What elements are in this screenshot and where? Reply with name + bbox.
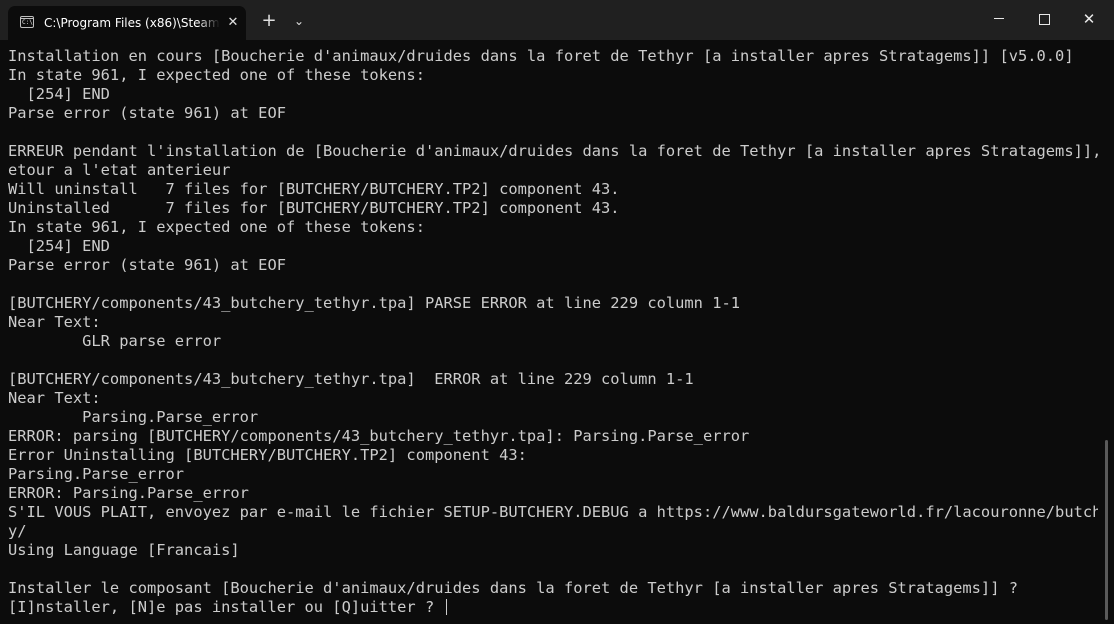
- maximize-icon: [1039, 14, 1050, 25]
- terminal-line: Parse error (state 961) at EOF: [8, 256, 286, 274]
- terminal-line: Near Text:: [8, 313, 101, 331]
- terminal-line: Parse error (state 961) at EOF: [8, 104, 286, 122]
- tab-title: C:\Program Files (x86)\Steam\: [44, 16, 220, 30]
- terminal-output[interactable]: Installation en cours [Boucherie d'anima…: [8, 47, 1098, 624]
- terminal-line: Error Uninstalling [BUTCHERY/BUTCHERY.TP…: [8, 446, 527, 464]
- minimize-icon: [994, 18, 1004, 19]
- terminal-line: Installation en cours [Boucherie d'anima…: [8, 47, 1074, 65]
- terminal-line: [BUTCHERY/components/43_butchery_tethyr.…: [8, 370, 694, 388]
- terminal-line: [254] END: [8, 85, 110, 103]
- terminal-line: In state 961, I expected one of these to…: [8, 218, 425, 236]
- title-bar: C:\ C:\Program Files (x86)\Steam\ ✕ + ⌄ …: [0, 0, 1114, 40]
- tab-title-fade: [198, 15, 220, 31]
- terminal-line: GLR parse error: [8, 332, 222, 350]
- minimize-button[interactable]: [976, 0, 1022, 38]
- vertical-scrollbar[interactable]: [1105, 440, 1108, 620]
- new-tab-icon[interactable]: +: [258, 10, 280, 32]
- text-cursor: [445, 599, 447, 615]
- terminal-line: etour a l'etat anterieur: [8, 161, 231, 179]
- terminal-line: Parsing.Parse_error: [8, 465, 185, 483]
- terminal-line: S'IL VOUS PLAIT, envoyez par e-mail le f…: [8, 503, 1098, 521]
- terminal-line: [I]nstaller, [N]e pas installer ou [Q]ui…: [8, 598, 1098, 617]
- terminal-window: C:\ C:\Program Files (x86)\Steam\ ✕ + ⌄ …: [0, 0, 1114, 624]
- terminal-line: Installer le composant [Boucherie d'anim…: [8, 579, 1018, 597]
- terminal-line: [254] END: [8, 237, 110, 255]
- close-icon: ✕: [1082, 10, 1096, 28]
- terminal-line: y/: [8, 522, 27, 540]
- terminal-icon-text: C:\: [22, 19, 33, 26]
- tab-close-icon[interactable]: ✕: [224, 14, 242, 32]
- close-window-button[interactable]: ✕: [1066, 0, 1112, 38]
- terminal-line: Near Text:: [8, 389, 101, 407]
- terminal-line: Using Language [Francais]: [8, 541, 240, 559]
- terminal-line: Parsing.Parse_error: [8, 408, 259, 426]
- tab-active[interactable]: C:\ C:\Program Files (x86)\Steam\ ✕: [8, 6, 246, 40]
- terminal-line: ERROR: Parsing.Parse_error: [8, 484, 249, 502]
- terminal-line: In state 961, I expected one of these to…: [8, 66, 425, 84]
- terminal-line: Uninstalled 7 files for [BUTCHERY/BUTCHE…: [8, 199, 620, 217]
- terminal-line: ERREUR pendant l'installation de [Bouche…: [8, 142, 1098, 160]
- terminal-line: ERROR: parsing [BUTCHERY/components/43_b…: [8, 427, 750, 445]
- terminal-line: [BUTCHERY/components/43_butchery_tethyr.…: [8, 294, 741, 312]
- chevron-down-icon[interactable]: ⌄: [288, 10, 310, 32]
- terminal-icon: C:\: [20, 16, 34, 28]
- terminal-line: Will uninstall 7 files for [BUTCHERY/BUT…: [8, 180, 620, 198]
- maximize-button[interactable]: [1021, 0, 1067, 38]
